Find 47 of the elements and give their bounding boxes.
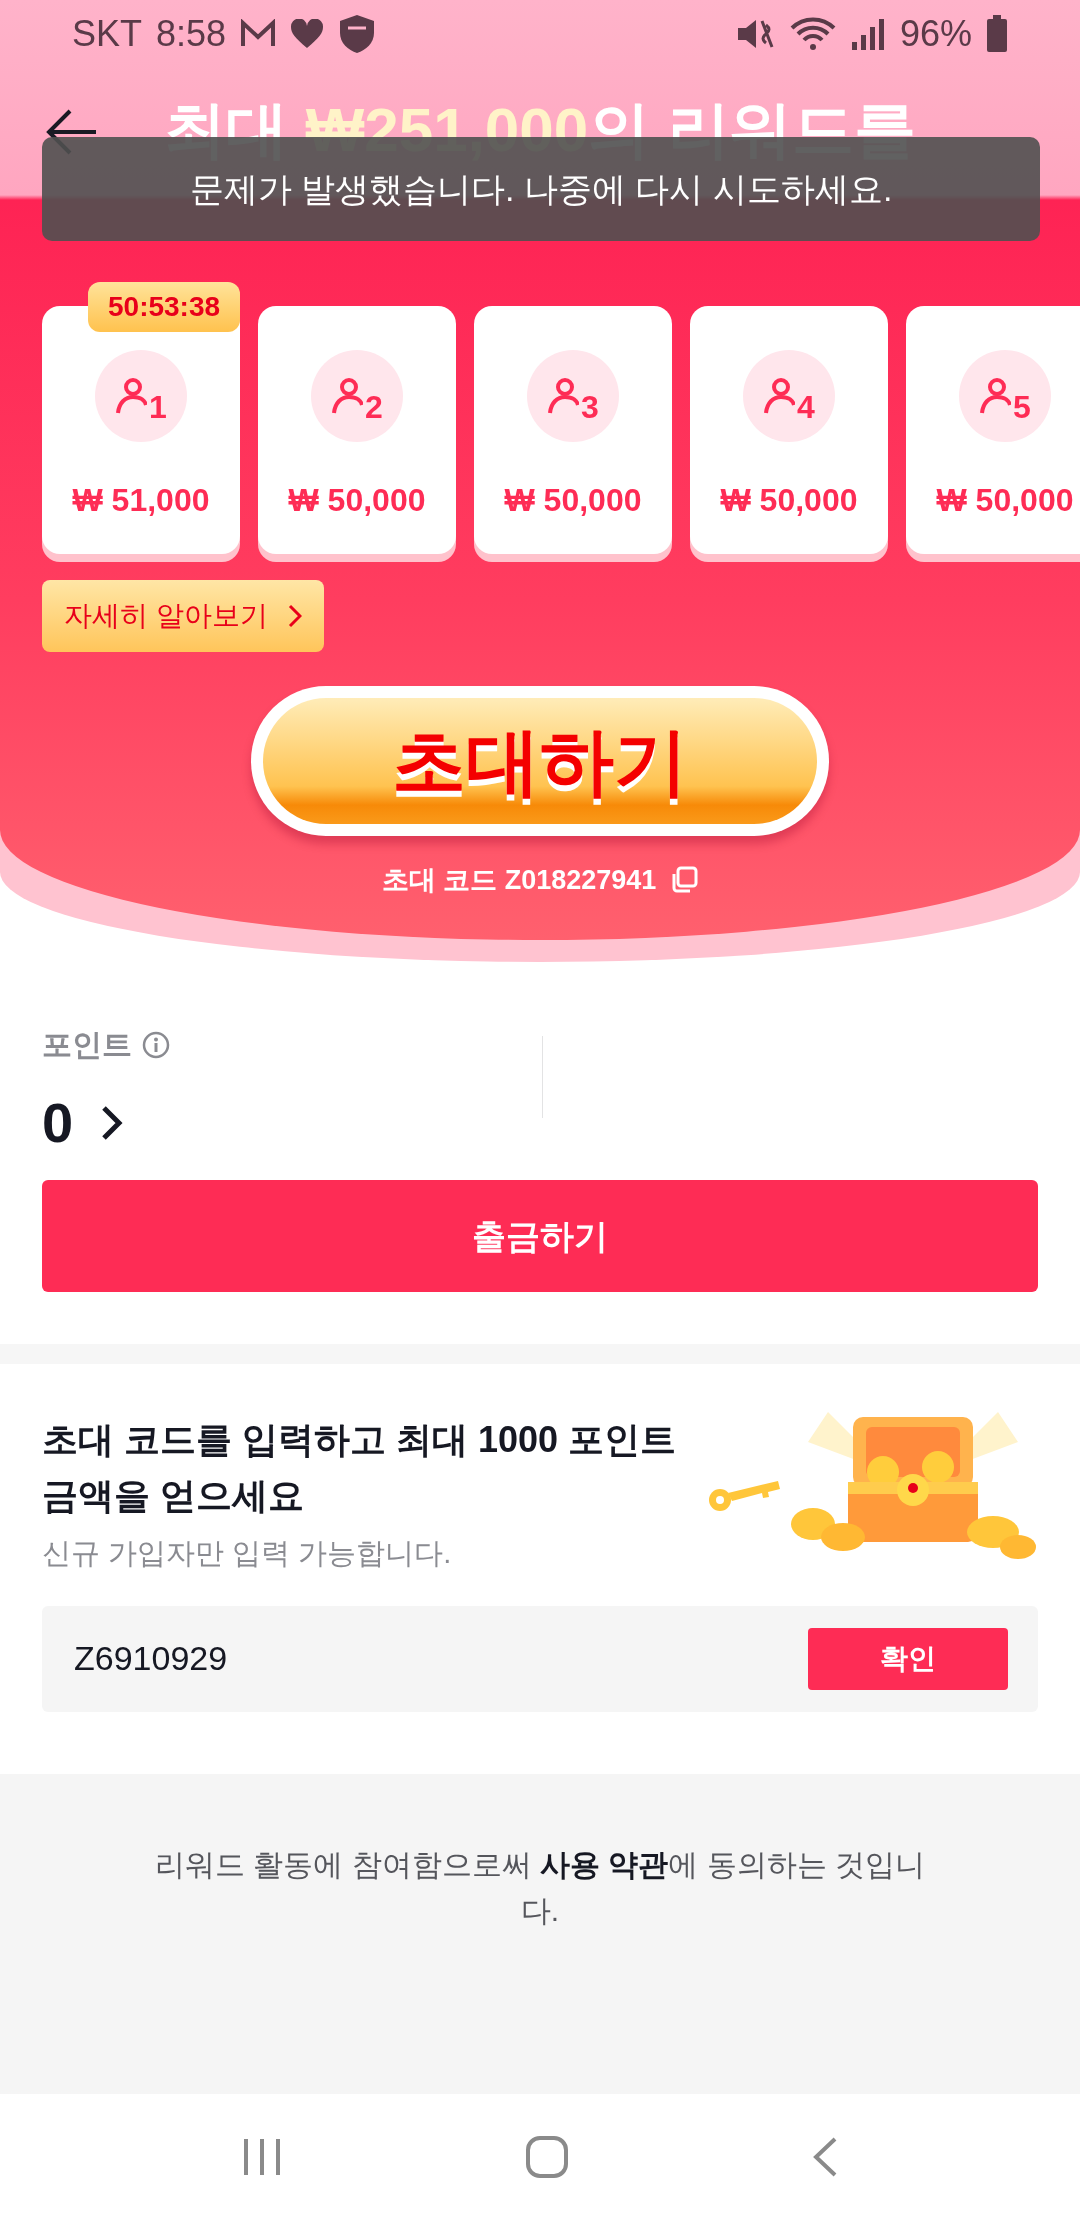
countdown-timer: 50:53:38 [88,282,241,332]
key-icon [706,1478,782,1514]
info-icon[interactable] [142,1030,170,1059]
invite-code: 초대 코드 Z018227941 [381,864,657,897]
toast-message: 문제가 발생했습니다. 나중에 다시 시도하세요. [42,137,1040,241]
signal-icon [849,18,886,50]
person-icon [115,377,148,415]
home-icon[interactable] [525,2135,569,2179]
copy-icon[interactable] [670,866,699,895]
terms-link[interactable]: 사용 약관 [540,1848,669,1881]
recent-apps-icon[interactable] [241,2137,282,2177]
reward-amount: ₩ 50,000 [720,481,858,520]
person-icon [547,377,580,415]
mute-icon [735,17,776,51]
battery-icon [986,15,1008,53]
friend-number: 4 [797,388,815,427]
chevron-right-icon [287,604,302,628]
invite-code-hint: 신규 가입자만 입력 가능합니다. [42,1536,453,1571]
friend-number: 1 [149,388,167,427]
person-icon [763,377,796,415]
battery-percent: 96% [899,12,972,56]
invite-button[interactable]: 초대하기 [251,686,829,836]
chevron-right-icon [101,1105,124,1141]
friend-number: 3 [581,388,599,427]
reward-amount: ₩ 50,000 [288,481,426,520]
points-value[interactable]: 0 [42,1081,542,1165]
invite-code-field[interactable]: Z6910929 확인 [42,1605,1038,1712]
reward-amount: ₩ 50,000 [936,481,1074,520]
reward-amount: ₩ 50,000 [504,481,642,520]
confirm-button[interactable]: 확인 [808,1627,1008,1690]
clock: 8:58 [156,12,227,56]
person-icon [979,377,1012,415]
friend-number: 2 [365,388,383,427]
learn-more-button[interactable]: 자세히 알아보기 [42,580,324,652]
carrier-label: SKT [72,12,142,56]
friend-number: 5 [1013,388,1031,427]
mail-icon [240,19,277,49]
withdraw-button[interactable]: 출금하기 [42,1180,1038,1292]
person-icon [331,377,364,415]
shield-icon [338,14,377,54]
points-label: 포인트 [42,1027,132,1063]
wifi-icon [789,16,836,52]
heart-icon [290,19,325,49]
invite-code-title: 초대 코드를 입력하고 최대 1000 포인트 금액을 얻으세요 [42,1418,678,1518]
back-icon[interactable] [812,2136,839,2178]
terms-notice: 리워드 활동에 참여함으로써 사용 약관에 동의하는 것입니다. [154,1847,926,1929]
reward-amount: ₩ 51,000 [72,481,210,520]
